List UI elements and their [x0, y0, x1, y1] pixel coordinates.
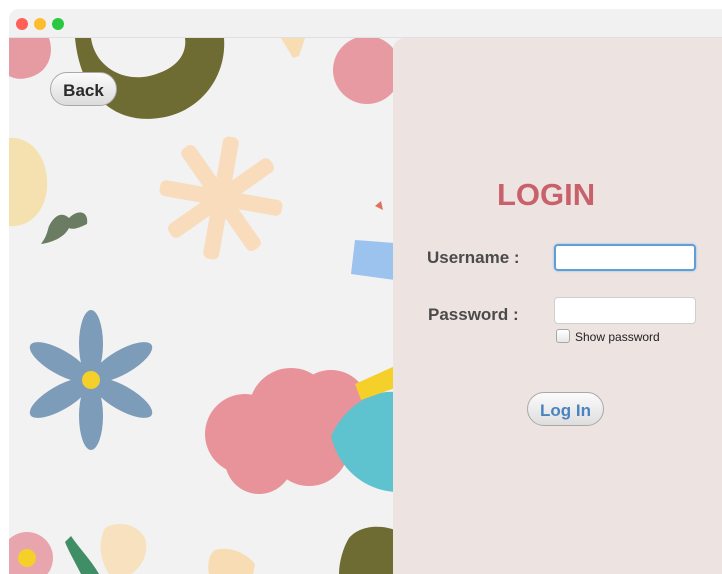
show-password-label: Show password — [575, 330, 660, 344]
username-input[interactable] — [554, 244, 696, 271]
cream-tulip — [100, 523, 147, 574]
green-stem — [65, 536, 99, 574]
login-title: LOGIN — [497, 177, 596, 212]
blue-shape — [351, 240, 395, 280]
minimize-window-button[interactable] — [34, 18, 46, 30]
close-window-button[interactable] — [16, 18, 28, 30]
back-button[interactable]: Back — [50, 72, 117, 106]
password-input[interactable] — [554, 297, 696, 324]
decorative-artwork — [9, 38, 395, 574]
peach-asterisk — [159, 136, 283, 260]
olive-shape-bottom — [339, 526, 395, 574]
blue-flower — [29, 310, 153, 450]
floral-illustration — [9, 38, 395, 574]
yellow-petal — [9, 137, 48, 227]
password-label: Password : — [428, 305, 519, 324]
show-password-checkbox[interactable] — [556, 329, 570, 343]
username-label: Username : — [427, 248, 520, 267]
zoom-window-button[interactable] — [52, 18, 64, 30]
login-button[interactable]: Log In — [527, 392, 604, 426]
pink-blob-top-left — [9, 38, 51, 79]
pink-circle-top-right — [333, 38, 395, 104]
green-leaf — [41, 212, 88, 244]
title-bar — [9, 9, 722, 38]
